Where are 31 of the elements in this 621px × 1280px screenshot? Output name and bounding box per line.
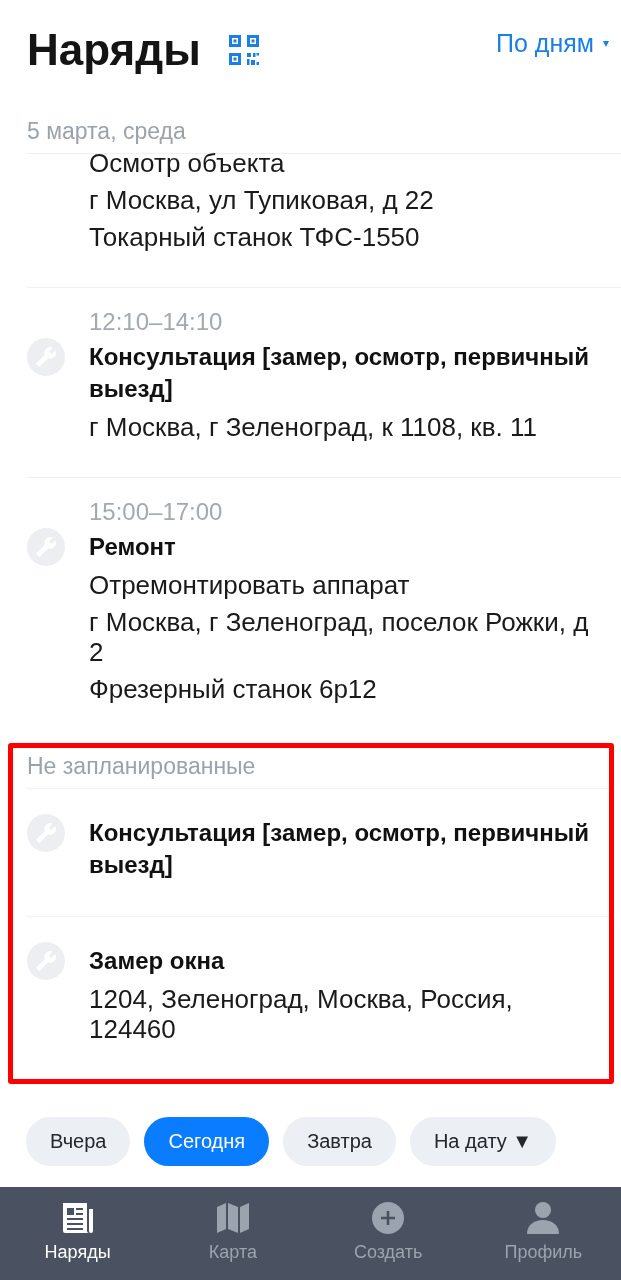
day-filter-chip[interactable]: Вчера [26,1117,131,1166]
order-detail: Отремонтировать аппарат [89,570,411,600]
order-title: Консультация [замер, осмотр, первичный выезд] [89,818,591,880]
order-title: Ремонт [89,532,177,562]
nav-tab[interactable]: Наряды [0,1187,156,1280]
order-detail: Осмотр объекта [89,148,286,178]
order-title: Замер окна [89,946,226,976]
page-title: Наряды [27,24,201,76]
order-detail: Фрезерный станок 6р12 [89,674,378,704]
order-detail: г Москва, г Зеленоград, поселок Рожки, д 2 [89,607,590,667]
section-heading: Не запланированные [27,754,256,778]
qr-code-icon[interactable] [228,35,259,65]
nav-tab[interactable]: Карта [155,1187,311,1280]
newspaper-icon [60,1201,95,1235]
order-detail: г Москва, г Зеленоград, к 1108, кв. 11 [89,412,538,442]
view-mode-dropdown[interactable]: По дням ▾ [496,27,609,59]
order-detail: г Москва, ул Тупиковая, д 22 [89,185,435,215]
nav-tab[interactable]: Создать [310,1187,466,1280]
day-filter-chip[interactable]: Завтра [283,1117,396,1166]
order-detail: Токарный станок ТФС-1550 [89,222,421,252]
section-heading: 5 марта, среда [27,119,186,143]
plus-circle-icon [371,1201,406,1235]
order-detail: 1204, Зеленоград, Москва, Россия, 124460 [89,984,514,1044]
nav-tab[interactable]: Профиль [465,1187,621,1280]
order-time: 12:10–14:10 [89,307,224,337]
person-icon [526,1201,561,1235]
day-filter-chip[interactable]: На дату ▼ [409,1117,557,1166]
order-time: 15:00–17:00 [89,497,224,527]
day-filter-chip[interactable]: Сегодня [144,1117,270,1166]
order-title: Консультация [замер, осмотр, первичный выезд] [89,342,591,404]
map-icon [215,1201,250,1235]
